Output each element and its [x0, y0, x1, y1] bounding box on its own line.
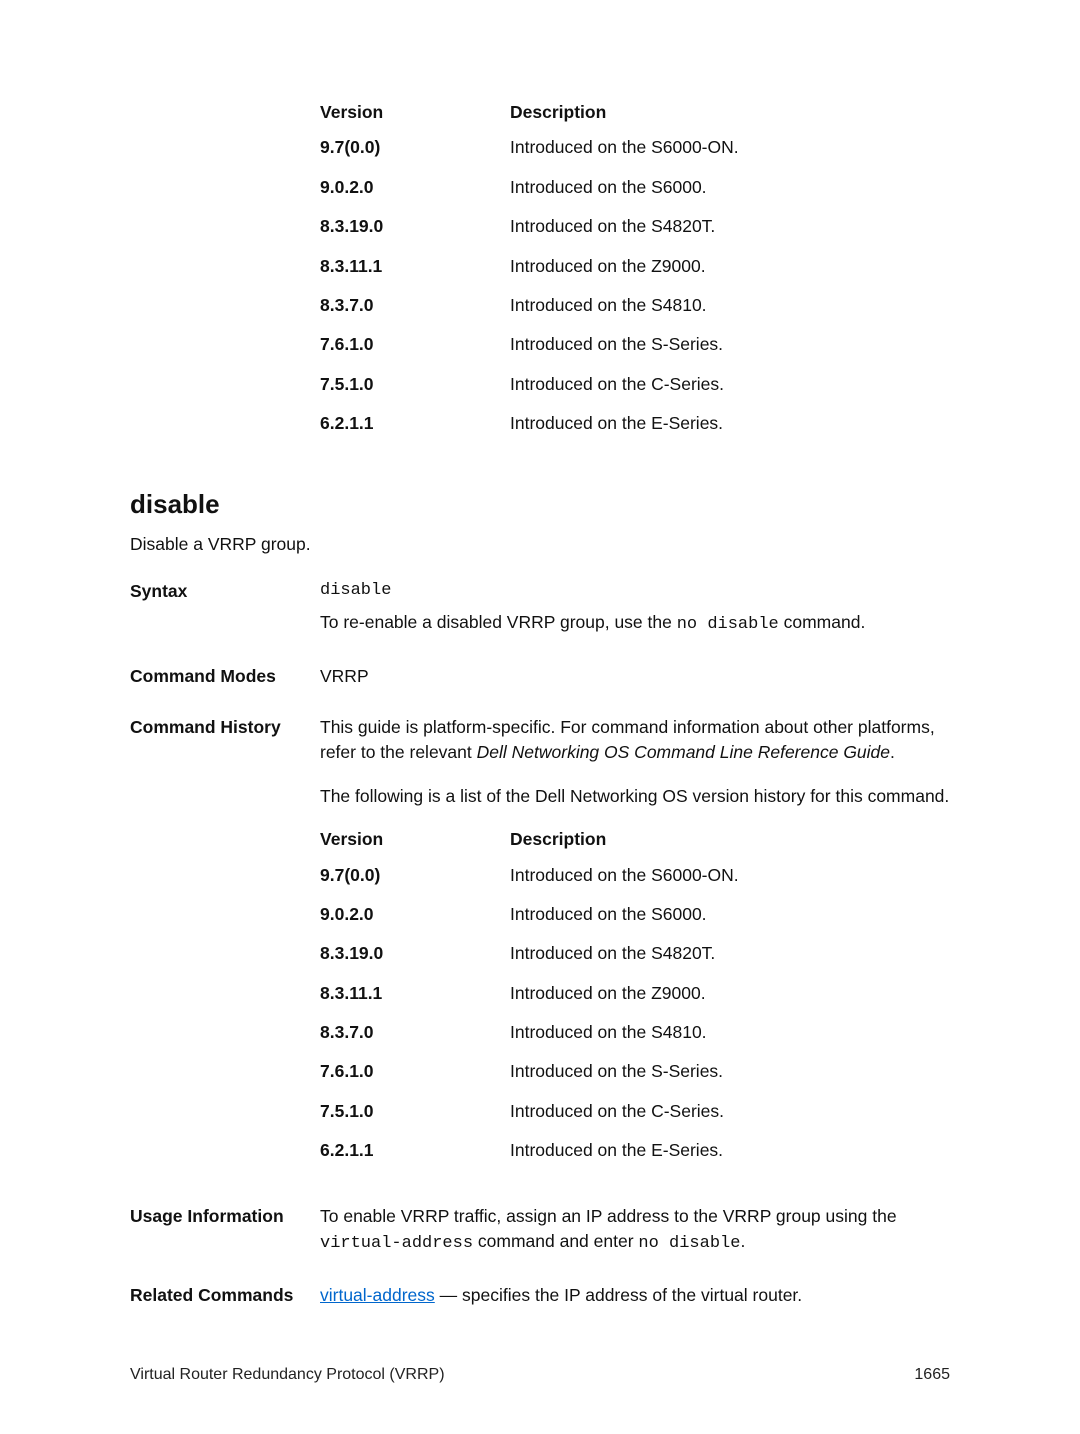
link-virtual-address[interactable]: virtual-address	[320, 1285, 435, 1305]
syntax-text-post: command.	[779, 612, 866, 632]
history-para1-italic: Dell Networking OS Command Line Referenc…	[477, 742, 890, 762]
syntax-text-pre: To re-enable a disabled VRRP group, use …	[320, 612, 677, 632]
cell-version: 9.0.2.0	[320, 902, 510, 927]
cell-description: Introduced on the S4820T.	[510, 941, 950, 966]
cell-version: 8.3.11.1	[320, 981, 510, 1006]
table-row: 9.0.2.0Introduced on the S6000.	[320, 175, 950, 200]
table-header-row: Version Description	[320, 100, 950, 125]
section-heading-disable: disable	[130, 486, 950, 524]
table-row: 7.5.1.0Introduced on the C-Series.	[320, 1099, 950, 1124]
syntax-inline-cmd: no disable	[677, 615, 779, 634]
cell-description: Introduced on the S6000-ON.	[510, 135, 950, 160]
cell-description: Introduced on the S-Series.	[510, 1059, 950, 1084]
table-row: 8.3.11.1Introduced on the Z9000.	[320, 981, 950, 1006]
usage-text-pre: To enable VRRP traffic, assign an IP add…	[320, 1206, 897, 1226]
label-related-commands: Related Commands	[130, 1283, 300, 1308]
footer-page-number: 1665	[914, 1363, 950, 1386]
table-row: 7.6.1.0Introduced on the S-Series.	[320, 332, 950, 357]
footer-left: Virtual Router Redundancy Protocol (VRRP…	[130, 1363, 445, 1386]
table-row: 9.0.2.0Introduced on the S6000.	[320, 902, 950, 927]
cell-version: 7.5.1.0	[320, 372, 510, 397]
cell-version: 8.3.7.0	[320, 293, 510, 318]
cell-description: Introduced on the C-Series.	[510, 1099, 950, 1124]
body-syntax: disable To re-enable a disabled VRRP gro…	[320, 579, 950, 637]
table-header-row: Version Description	[320, 827, 950, 852]
col-header-description: Description	[510, 827, 950, 852]
cell-version: 8.3.7.0	[320, 1020, 510, 1045]
label-usage-information: Usage Information	[130, 1204, 300, 1257]
col-header-version: Version	[320, 827, 510, 852]
cell-version: 6.2.1.1	[320, 411, 510, 436]
cell-description: Introduced on the S4810.	[510, 293, 950, 318]
table-row: 6.2.1.1Introduced on the E-Series.	[320, 411, 950, 436]
cell-description: Introduced on the E-Series.	[510, 411, 950, 436]
cell-description: Introduced on the Z9000.	[510, 981, 950, 1006]
cell-description: Introduced on the S4820T.	[510, 214, 950, 239]
syntax-command: disable	[320, 579, 950, 604]
label-command-modes: Command Modes	[130, 664, 300, 689]
body-usage-information: To enable VRRP traffic, assign an IP add…	[320, 1204, 950, 1257]
section-subtitle: Disable a VRRP group.	[130, 532, 950, 557]
table-row: 9.7(0.0)Introduced on the S6000-ON.	[320, 863, 950, 888]
cell-version: 8.3.19.0	[320, 941, 510, 966]
table-row: 8.3.19.0Introduced on the S4820T.	[320, 214, 950, 239]
label-syntax: Syntax	[130, 579, 300, 637]
table-row: 6.2.1.1Introduced on the E-Series.	[320, 1138, 950, 1163]
usage-cmd2: no disable	[638, 1234, 740, 1253]
cell-version: 9.0.2.0	[320, 175, 510, 200]
cell-version: 9.7(0.0)	[320, 135, 510, 160]
col-header-description: Description	[510, 100, 950, 125]
cell-description: Introduced on the S4810.	[510, 1020, 950, 1045]
cell-description: Introduced on the S6000-ON.	[510, 863, 950, 888]
table-row: 7.6.1.0Introduced on the S-Series.	[320, 1059, 950, 1084]
cell-description: Introduced on the S-Series.	[510, 332, 950, 357]
cell-version: 8.3.19.0	[320, 214, 510, 239]
cell-version: 8.3.11.1	[320, 254, 510, 279]
history-para2: The following is a list of the Dell Netw…	[320, 784, 950, 809]
cell-version: 7.6.1.0	[320, 332, 510, 357]
page-footer: Virtual Router Redundancy Protocol (VRRP…	[130, 1363, 950, 1386]
body-command-history: This guide is platform-specific. For com…	[320, 715, 950, 1178]
col-header-version: Version	[320, 100, 510, 125]
table-row: 9.7(0.0)Introduced on the S6000-ON.	[320, 135, 950, 160]
cell-version: 7.6.1.0	[320, 1059, 510, 1084]
cell-description: Introduced on the Z9000.	[510, 254, 950, 279]
usage-text-mid: command and enter	[473, 1231, 638, 1251]
cell-version: 9.7(0.0)	[320, 863, 510, 888]
cell-version: 7.5.1.0	[320, 1099, 510, 1124]
cell-version: 6.2.1.1	[320, 1138, 510, 1163]
table-row: 7.5.1.0Introduced on the C-Series.	[320, 372, 950, 397]
related-text: — specifies the IP address of the virtua…	[435, 1285, 802, 1305]
table-row: 8.3.19.0Introduced on the S4820T.	[320, 941, 950, 966]
version-history-table-inner: Version Description 9.7(0.0)Introduced o…	[320, 827, 950, 1163]
table-row: 8.3.7.0Introduced on the S4810.	[320, 1020, 950, 1045]
usage-cmd1: virtual-address	[320, 1234, 473, 1253]
version-history-table-top: Version Description 9.7(0.0)Introduced o…	[130, 100, 950, 436]
table-row: 8.3.11.1Introduced on the Z9000.	[320, 254, 950, 279]
cell-description: Introduced on the S6000.	[510, 175, 950, 200]
cell-description: Introduced on the S6000.	[510, 902, 950, 927]
usage-text-post: .	[740, 1231, 745, 1251]
cell-description: Introduced on the E-Series.	[510, 1138, 950, 1163]
table-row: 8.3.7.0Introduced on the S4810.	[320, 293, 950, 318]
body-command-modes: VRRP	[320, 664, 950, 689]
label-command-history: Command History	[130, 715, 300, 1178]
body-related-commands: virtual-address — specifies the IP addre…	[320, 1283, 950, 1308]
cell-description: Introduced on the C-Series.	[510, 372, 950, 397]
history-para1-post: .	[890, 742, 895, 762]
